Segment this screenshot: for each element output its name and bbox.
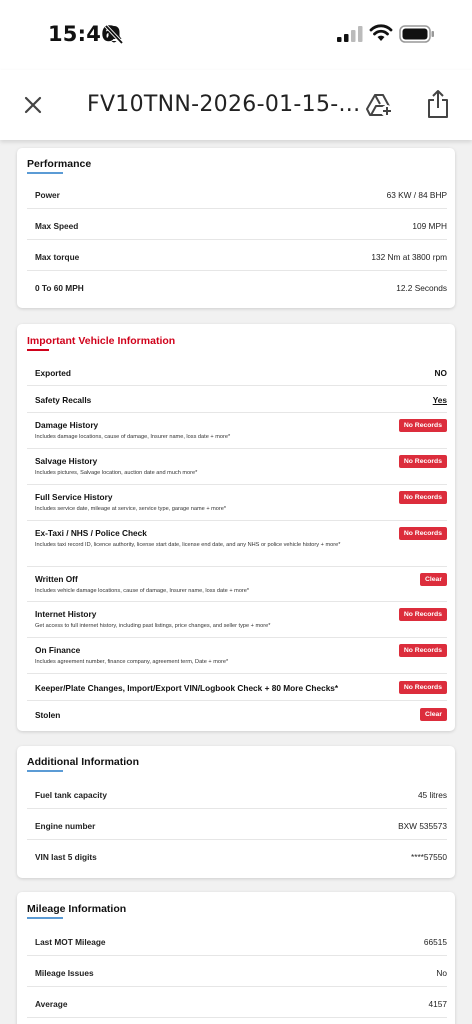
status-badge[interactable]: No Records xyxy=(398,491,447,504)
info-row-stolen: Stolen Clear xyxy=(27,701,447,728)
additional-info-card: Additional Information Fuel tank capacit… xyxy=(17,746,455,878)
kv-row-power: Power 63 KW / 84 BHP xyxy=(27,178,447,209)
status-badge[interactable]: No Records xyxy=(398,644,447,657)
info-label: Written Off xyxy=(35,574,78,584)
status-badge[interactable]: Clear xyxy=(419,708,447,721)
report-content[interactable]: Performance Power 63 KW / 84 BHP Max Spe… xyxy=(0,140,472,1024)
info-label: Stolen xyxy=(35,710,61,720)
kv-row-mileage-issues: Mileage Issues No xyxy=(27,956,447,987)
important-info-title-text: Important Vehicle Information xyxy=(27,335,176,347)
kv-value: No xyxy=(436,968,447,978)
document-toolbar: FV10TNN-2026-01-15-... xyxy=(0,70,472,140)
kv-row-engine-number: Engine number BXW 535573 xyxy=(27,809,447,840)
kv-value: 63 KW / 84 BHP xyxy=(386,190,447,200)
mileage-info-title-text: Mileage Information xyxy=(27,903,127,915)
battery-icon xyxy=(399,25,434,43)
info-label: Damage History xyxy=(35,420,99,430)
cellular-signal-icon xyxy=(337,26,363,42)
status-badge[interactable]: No Records xyxy=(398,527,447,540)
info-description: Includes taxi record ID, licence authori… xyxy=(35,542,341,548)
kv-label: Max torque xyxy=(35,252,80,262)
close-icon[interactable] xyxy=(20,92,46,118)
info-description: Includes service date, mileage at servic… xyxy=(35,506,227,512)
important-info-card: Important Vehicle Information Exported N… xyxy=(17,324,455,731)
kv-label: Engine number xyxy=(35,821,96,831)
kv-label: Average xyxy=(35,999,68,1009)
mileage-info-card: Mileage Information Last MOT Mileage 665… xyxy=(17,892,455,1024)
title-underline xyxy=(27,917,63,919)
add-to-drive-icon[interactable] xyxy=(366,92,394,118)
info-description: Includes pictures, Salvage location, auc… xyxy=(35,470,198,476)
performance-card: Performance Power 63 KW / 84 BHP Max Spe… xyxy=(17,148,455,308)
kv-row-max-torque: Max torque 132 Nm at 3800 rpm xyxy=(27,240,447,271)
info-label: On Finance xyxy=(35,645,81,655)
info-label: Safety Recalls xyxy=(35,395,92,405)
info-row-safety-recalls: Safety Recalls Yes xyxy=(27,386,447,413)
title-underline xyxy=(27,172,63,174)
kv-row-average: Average 4157 xyxy=(27,987,447,1018)
kv-label: Power xyxy=(35,190,60,200)
info-description: Get access to full internet history, inc… xyxy=(35,623,271,629)
info-label: Internet History xyxy=(35,609,97,619)
status-badge[interactable]: No Records xyxy=(398,608,447,621)
info-row-full-service-history: Full Service History Includes service da… xyxy=(27,485,447,521)
kv-value: BXW 535573 xyxy=(398,821,447,831)
kv-value: 45 litres xyxy=(417,790,447,800)
kv-value: 12.2 Seconds xyxy=(396,283,447,293)
kv-value: 132 Nm at 3800 rpm xyxy=(371,252,447,262)
info-row-written-off: Written Off Includes vehicle damage loca… xyxy=(27,567,447,602)
kv-row-vin: VIN last 5 digits ****57550 xyxy=(27,840,447,871)
status-badge[interactable]: Clear xyxy=(419,573,447,586)
kv-value: ****57550 xyxy=(411,852,447,862)
safety-recalls-link[interactable]: Yes xyxy=(433,395,447,405)
additional-info-title-text: Additional Information xyxy=(27,756,139,768)
info-row-salvage-history: Salvage History Includes pictures, Salva… xyxy=(27,449,447,485)
bell-slash-icon xyxy=(104,24,124,45)
status-badge[interactable]: No Records xyxy=(398,681,447,694)
info-description: Includes agreement number, finance compa… xyxy=(35,659,229,665)
wifi-icon xyxy=(369,24,393,41)
kv-value: 4157 xyxy=(428,999,447,1009)
info-label: Exported xyxy=(35,368,71,378)
kv-label: Fuel tank capacity xyxy=(35,790,107,800)
info-value: NO xyxy=(434,368,447,378)
info-row-keeper-plate-changes: Keeper/Plate Changes, Import/Export VIN/… xyxy=(27,674,447,701)
performance-title-text: Performance xyxy=(27,158,92,170)
info-label: Ex-Taxi / NHS / Police Check xyxy=(35,528,147,538)
title-underline xyxy=(27,349,49,351)
info-label: Salvage History xyxy=(35,456,98,466)
kv-row-0-60: 0 To 60 MPH 12.2 Seconds xyxy=(27,271,447,302)
info-row-exported: Exported NO xyxy=(27,359,447,386)
kv-label: Last MOT Mileage xyxy=(35,937,106,947)
title-underline xyxy=(27,770,63,772)
info-label: Keeper/Plate Changes, Import/Export VIN/… xyxy=(35,683,339,693)
kv-label: VIN last 5 digits xyxy=(35,852,97,862)
status-badge[interactable]: No Records xyxy=(398,419,447,432)
status-bar: 15:46 xyxy=(0,0,472,70)
info-row-taxi-police-check: Ex-Taxi / NHS / Police Check Includes ta… xyxy=(27,521,447,567)
kv-label: 0 To 60 MPH xyxy=(35,283,84,293)
info-description: Includes damage locations, cause of dama… xyxy=(35,434,231,440)
info-row-damage-history: Damage History Includes damage locations… xyxy=(27,413,447,449)
important-info-title: Important Vehicle Information xyxy=(27,335,176,351)
info-row-internet-history: Internet History Get access to full inte… xyxy=(27,602,447,638)
share-icon[interactable] xyxy=(426,89,450,119)
kv-value: 66515 xyxy=(423,937,447,947)
kv-label: Max Speed xyxy=(35,221,79,231)
info-label: Full Service History xyxy=(35,492,113,502)
additional-info-title: Additional Information xyxy=(27,756,139,772)
status-badge[interactable]: No Records xyxy=(398,455,447,468)
kv-row-fuel-tank: Fuel tank capacity 45 litres xyxy=(27,778,447,809)
info-row-on-finance: On Finance Includes agreement number, fi… xyxy=(27,638,447,674)
kv-row-last-mot-mileage: Last MOT Mileage 66515 xyxy=(27,925,447,956)
mileage-info-title: Mileage Information xyxy=(27,903,127,919)
info-description: Includes vehicle damage locations, cause… xyxy=(35,588,250,594)
kv-row-max-speed: Max Speed 109 MPH xyxy=(27,209,447,240)
document-title: FV10TNN-2026-01-15-... xyxy=(87,92,361,117)
kv-value: 109 MPH xyxy=(412,221,447,231)
performance-title: Performance xyxy=(27,158,92,174)
kv-label: Mileage Issues xyxy=(35,968,94,978)
